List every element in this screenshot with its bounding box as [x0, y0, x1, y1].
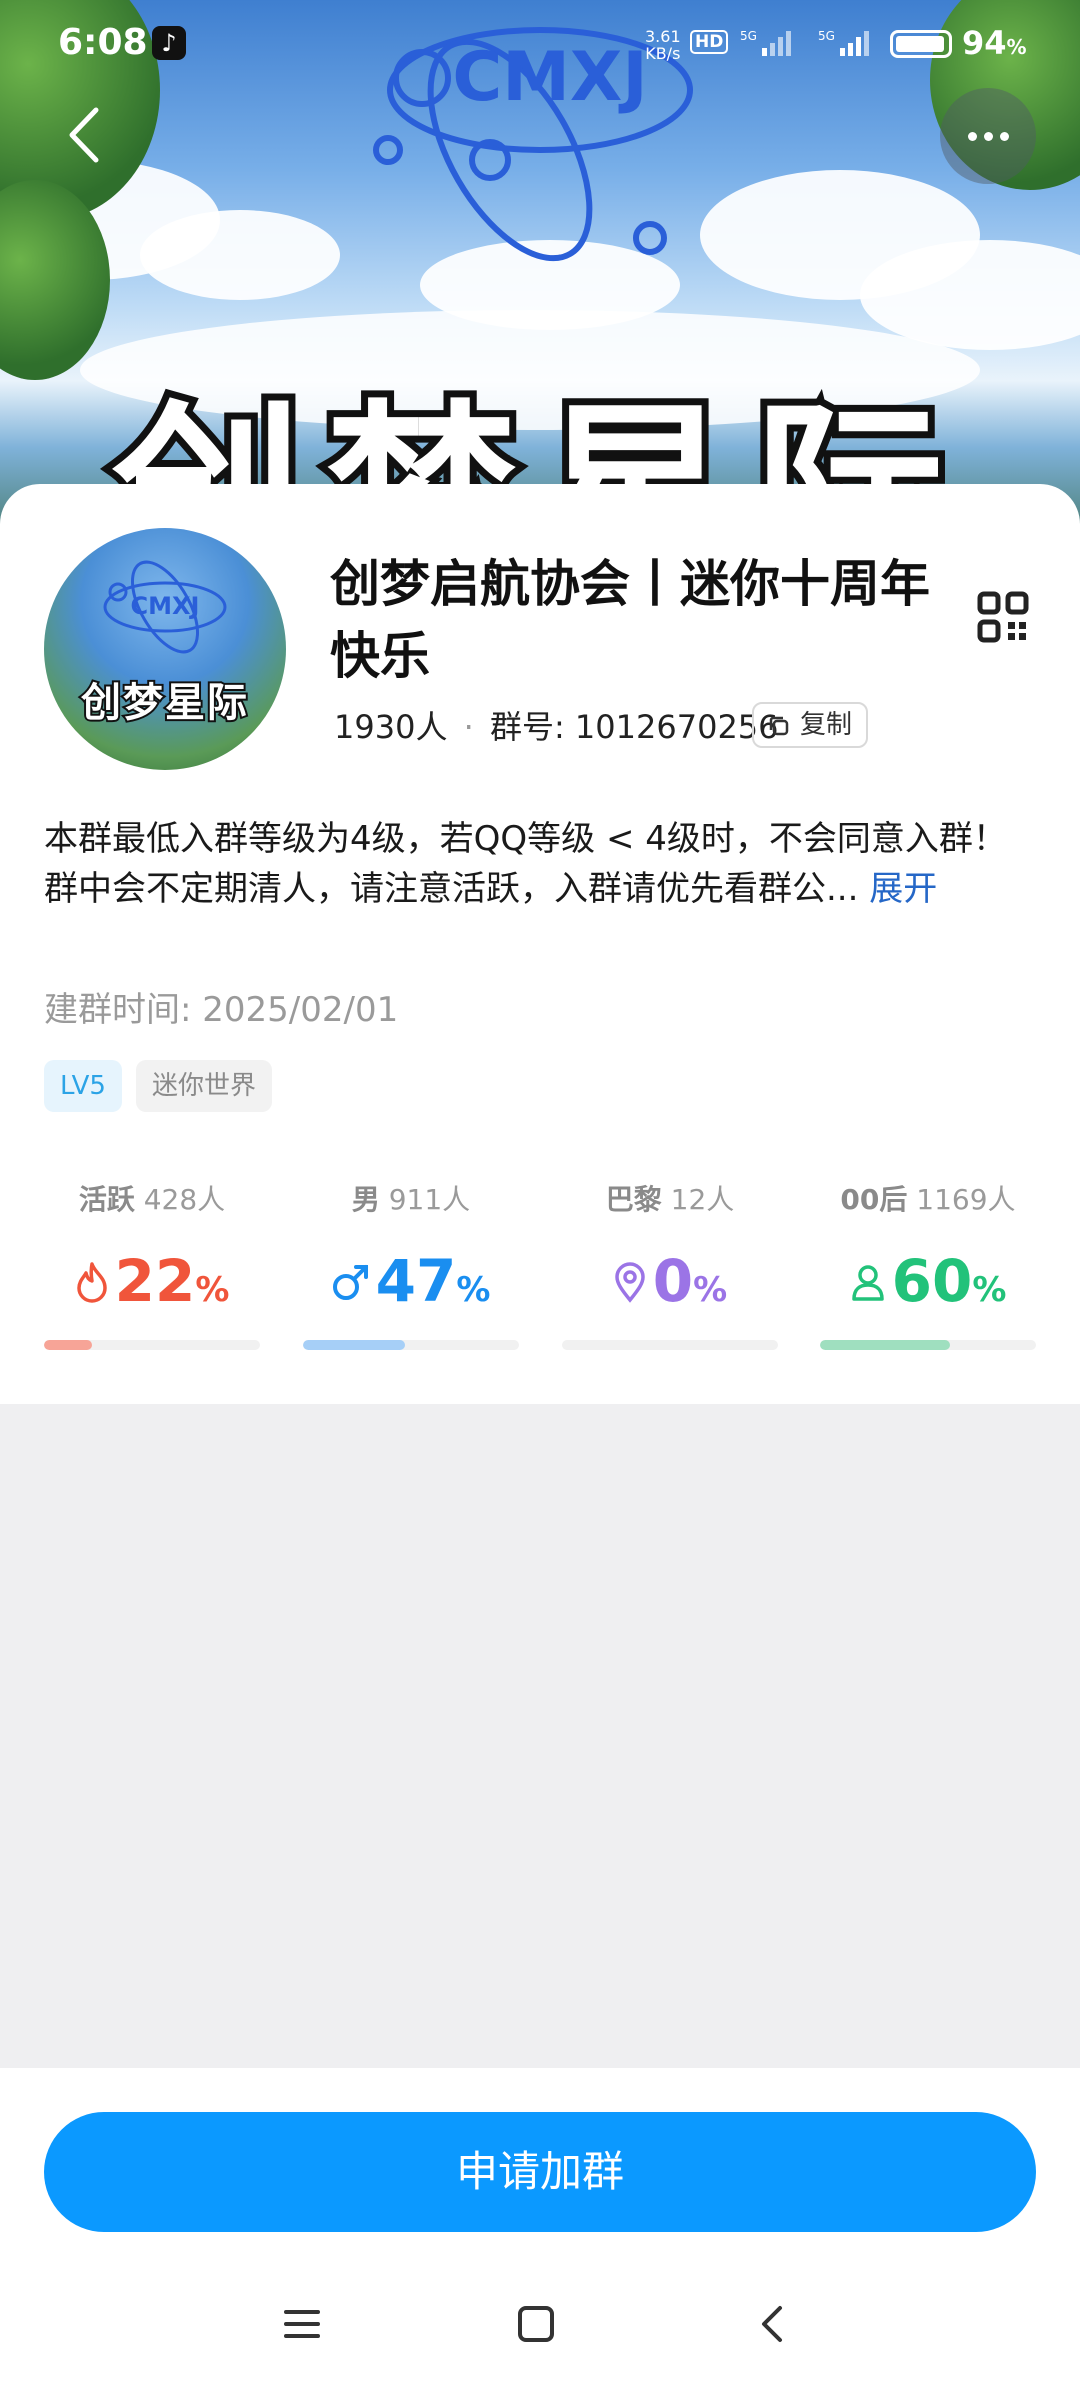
battery-unit: %	[1006, 35, 1027, 59]
stat-bar-location	[562, 1340, 778, 1350]
stat-count: 911人	[388, 1183, 471, 1216]
stat-count: 12人	[670, 1183, 735, 1216]
stat-bar-active	[44, 1340, 260, 1350]
stat-male: 男 911人 47%	[303, 1178, 519, 1316]
created-date: 建群时间: 2025/02/01	[44, 990, 399, 1030]
stat-bar-fill	[303, 1340, 405, 1350]
battery-level: 94%	[962, 24, 1027, 62]
stat-value: 0	[652, 1247, 694, 1315]
more-options-button[interactable]	[940, 88, 1036, 184]
stat-value: 60	[891, 1247, 973, 1315]
stat-age: 00后 1169人 60%	[820, 1178, 1036, 1316]
stat-value: 47	[375, 1247, 457, 1315]
avatar-title: 创梦星际	[79, 678, 249, 728]
stat-unit: %	[972, 1270, 1007, 1310]
flame-icon	[76, 1262, 107, 1303]
level-tag: LV5	[44, 1060, 122, 1112]
stat-label: 男	[351, 1183, 380, 1216]
avatar-logo-text: CMXJ	[131, 592, 200, 620]
stat-active: 活跃 428人 22%	[44, 1178, 260, 1316]
category-tag[interactable]: 迷你世界	[136, 1060, 273, 1112]
description-line-1: 本群最低入群等级为4级，若QQ等级 < 4级时，不会同意入群！	[44, 819, 1007, 859]
stat-count: 428人	[143, 1183, 226, 1216]
stat-bar-fill	[820, 1340, 950, 1350]
battery-value: 94	[962, 24, 1007, 62]
stat-bar-fill	[44, 1340, 92, 1350]
join-group-button[interactable]: 申请加群	[44, 2112, 1036, 2232]
signal-type-1: 5G	[740, 29, 757, 43]
group-name: 创梦启航协会丨迷你十周年快乐	[330, 555, 930, 685]
stat-unit: %	[456, 1270, 491, 1310]
qr-code-icon[interactable]	[976, 590, 1030, 644]
stat-location: 巴黎 12人 0%	[562, 1178, 778, 1316]
stat-unit: %	[195, 1270, 230, 1310]
system-back-icon[interactable]	[752, 2304, 792, 2344]
stat-label: 巴黎	[605, 1183, 662, 1216]
signal-icon-2: 5G	[818, 29, 869, 56]
battery-icon	[890, 30, 952, 58]
net-speed-value: 3.61	[645, 27, 681, 46]
status-bar: 6:08 ♪ 3.61 KB/s HD 5G 5G 94%	[0, 0, 1080, 90]
group-profile-page: CMXJ 创梦星际 6:08 ♪ 3.61 KB/s HD 5G 5G 94%	[0, 0, 1080, 2400]
avatar-logo-icon: CMXJ	[103, 560, 227, 654]
description-line-2: 群中会不定期清人，请注意活跃，入群请优先看群公...	[44, 869, 859, 909]
stat-count: 1169人	[916, 1183, 1016, 1216]
home-icon[interactable]	[516, 2304, 556, 2344]
copy-label: 复制	[800, 710, 853, 740]
member-count: 1930人	[334, 708, 448, 746]
stat-bar-male	[303, 1340, 519, 1350]
expand-link[interactable]: 展开	[869, 869, 937, 909]
signal-type-2: 5G	[818, 29, 835, 43]
group-description: 本群最低入群等级为4级，若QQ等级 < 4级时，不会同意入群！ 群中会不定期清人…	[44, 814, 1044, 914]
person-icon	[851, 1265, 884, 1301]
net-speed-unit: KB/s	[645, 44, 681, 63]
back-arrow-icon[interactable]	[52, 100, 122, 170]
group-avatar[interactable]: CMXJ 创梦星际	[44, 528, 286, 770]
group-id: 群号: 1012670256	[489, 708, 779, 746]
copy-id-button[interactable]: 复制	[752, 702, 869, 748]
meta-separator: ·	[463, 708, 474, 746]
hd-voice-icon: HD	[690, 30, 729, 54]
network-speed: 3.61 KB/s	[645, 28, 681, 62]
copy-icon	[769, 716, 789, 736]
stat-label: 活跃	[78, 1183, 135, 1216]
status-time: 6:08	[58, 22, 148, 63]
tiktok-notification-icon: ♪	[152, 26, 186, 60]
menu-icon[interactable]	[282, 2304, 322, 2344]
male-icon	[332, 1265, 368, 1300]
stat-unit: %	[693, 1270, 728, 1310]
location-pin-icon	[615, 1262, 645, 1303]
signal-icon: 5G	[740, 29, 791, 56]
system-navigation-bar	[0, 2256, 1080, 2400]
stat-bar-age	[820, 1340, 1036, 1350]
stat-value: 22	[114, 1247, 196, 1315]
stat-label: 00后	[840, 1183, 908, 1216]
group-meta: 1930人 · 群号: 1012670256	[334, 702, 779, 748]
